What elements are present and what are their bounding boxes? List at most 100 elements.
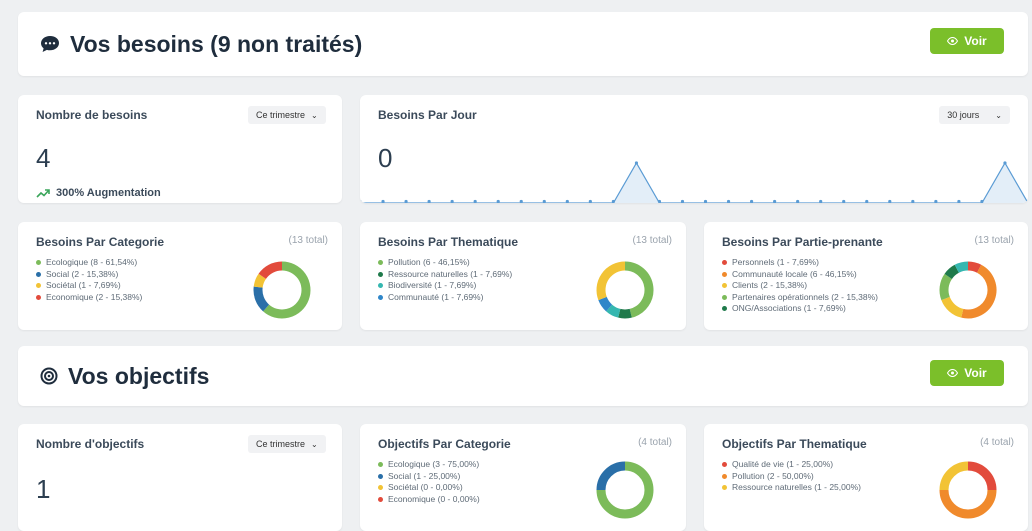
donut-chart xyxy=(596,261,654,319)
legend-item: Economique (0 - 0,00%) xyxy=(378,494,480,506)
legend-label: Pollution (2 - 50,00%) xyxy=(732,470,814,481)
legend-label: Personnels (1 - 7,69%) xyxy=(732,257,819,267)
donut-chart xyxy=(253,261,311,319)
chevron-down-icon: ⌄ xyxy=(311,110,318,120)
card-title: Objectifs Par Thematique xyxy=(722,437,867,451)
card-title: Nombre d'objectifs xyxy=(36,437,145,451)
legend: Pollution (6 - 46,15%) Ressource naturell… xyxy=(378,257,512,303)
donut-slice xyxy=(624,261,654,318)
data-point xyxy=(773,199,777,203)
donut-slice xyxy=(967,261,982,273)
card-title: Objectifs Par Categorie xyxy=(378,437,511,451)
data-point xyxy=(1003,161,1007,165)
data-point xyxy=(957,199,961,203)
chat-bubble-icon xyxy=(40,35,60,53)
legend-dot xyxy=(722,485,727,491)
legend-item: ONG/Associations (1 - 7,69%) xyxy=(722,303,878,315)
data-point xyxy=(749,199,754,203)
legend-dot xyxy=(36,294,41,300)
data-point xyxy=(588,199,592,203)
donut-chart xyxy=(939,461,997,519)
legend-item: Partenaires opérationnels (2 - 15,38%) xyxy=(722,292,878,304)
donut-slice xyxy=(961,264,997,319)
legend-dot xyxy=(722,306,727,312)
legend-label: Ressource naturelles (1 - 25,00%) xyxy=(732,482,861,492)
besoins-par-jour-card: Besoins Par Jour 30 jours ⌄ 0 xyxy=(360,95,1028,203)
total-count: (13 total) xyxy=(288,235,328,246)
data-point xyxy=(427,199,431,203)
legend-dot xyxy=(722,294,727,300)
data-point xyxy=(888,199,892,203)
series-line xyxy=(360,161,1028,203)
legend-item: Ressource naturelles (1 - 7,69%) xyxy=(378,269,512,281)
donut-slice xyxy=(939,273,953,301)
besoins-title: Vos besoins (9 non traités) xyxy=(70,30,363,57)
data-point xyxy=(404,199,408,203)
period-select[interactable]: Ce trimestre ⌄ xyxy=(248,435,326,453)
legend-label: Economique (0 - 0,00%) xyxy=(388,493,480,504)
total-count: (13 total) xyxy=(974,235,1014,246)
donut-slice xyxy=(941,296,964,318)
legend-label: Ressource naturelles (1 - 7,69%) xyxy=(388,268,513,279)
legend-item: Pollution (2 - 50,00%) xyxy=(722,471,861,483)
legend-item: Social (1 - 25,00%) xyxy=(378,471,480,483)
eye-icon xyxy=(947,37,959,45)
donut-slice xyxy=(253,286,270,312)
donut-chart xyxy=(939,261,997,319)
legend-item: Ressource naturelles (1 - 25,00%) xyxy=(722,482,861,494)
voir-label: Voir xyxy=(964,366,987,380)
legend-label: ONG/Associations (1 - 7,69%) xyxy=(732,303,846,313)
legend-item: Ecologique (3 - 75,00%) xyxy=(378,459,480,471)
card-title: Besoins Par Thematique xyxy=(378,235,519,249)
data-point xyxy=(703,199,708,203)
legend-label: Sociétal (1 - 7,69%) xyxy=(46,280,121,290)
besoins-count: 4 xyxy=(36,143,51,173)
data-point xyxy=(934,199,938,203)
data-point xyxy=(980,199,984,203)
donut-slice xyxy=(253,273,267,288)
objectifs-voir-button[interactable]: Voir xyxy=(930,360,1004,386)
legend: Ecologique (3 - 75,00%) Social (1 - 25,00… xyxy=(378,459,480,505)
donut-slice xyxy=(939,461,969,491)
legend-item: Biodiversité (1 - 7,69%) xyxy=(378,280,512,292)
period-select[interactable]: Ce trimestre ⌄ xyxy=(248,106,326,124)
legend-dot xyxy=(378,260,383,266)
legend-label: Social (2 - 15,38%) xyxy=(46,268,119,279)
legend-dot xyxy=(378,462,383,468)
legend-label: Biodiversité (1 - 7,69%) xyxy=(388,280,477,290)
besoins-voir-button[interactable]: Voir xyxy=(930,28,1004,54)
legend-dot xyxy=(378,485,383,491)
legend-dot xyxy=(722,473,727,479)
legend-label: Ecologique (3 - 75,00%) xyxy=(388,459,480,469)
legend-label: Clients (2 - 15,38%) xyxy=(732,280,808,290)
total-count: (4 total) xyxy=(638,437,672,448)
nombre-objectifs-card: Nombre d'objectifs Ce trimestre ⌄ 1 xyxy=(18,424,342,531)
legend-label: Communauté locale (6 - 46,15%) xyxy=(732,268,857,279)
eye-icon xyxy=(947,369,959,377)
legend-label: Partenaires opérationnels (2 - 15,38%) xyxy=(732,291,878,302)
data-point xyxy=(496,199,500,203)
legend-item: Communauté (1 - 7,69%) xyxy=(378,292,512,304)
legend-label: Communauté (1 - 7,69%) xyxy=(388,291,484,302)
legend-dot xyxy=(36,260,41,266)
legend-item: Communauté locale (6 - 46,15%) xyxy=(722,269,878,281)
donut-slice xyxy=(596,261,626,301)
legend: Qualité de vie (1 - 25,00%) Pollution (2 … xyxy=(722,459,861,494)
legend-dot xyxy=(722,283,727,289)
donut-slice xyxy=(606,304,621,318)
legend-dot xyxy=(378,294,383,300)
legend-dot xyxy=(378,271,383,277)
data-point xyxy=(865,199,869,203)
legend-dot xyxy=(36,283,41,289)
donut-slice xyxy=(598,296,613,312)
data-point xyxy=(726,199,731,203)
legend-dot xyxy=(722,462,727,468)
area-fill xyxy=(360,163,1028,203)
data-point xyxy=(450,199,454,203)
total-count: (13 total) xyxy=(632,235,672,246)
donut-slice xyxy=(954,261,969,273)
data-point xyxy=(796,199,800,203)
trending-up-icon xyxy=(36,188,50,198)
data-point xyxy=(819,199,823,203)
data-point xyxy=(842,199,846,203)
